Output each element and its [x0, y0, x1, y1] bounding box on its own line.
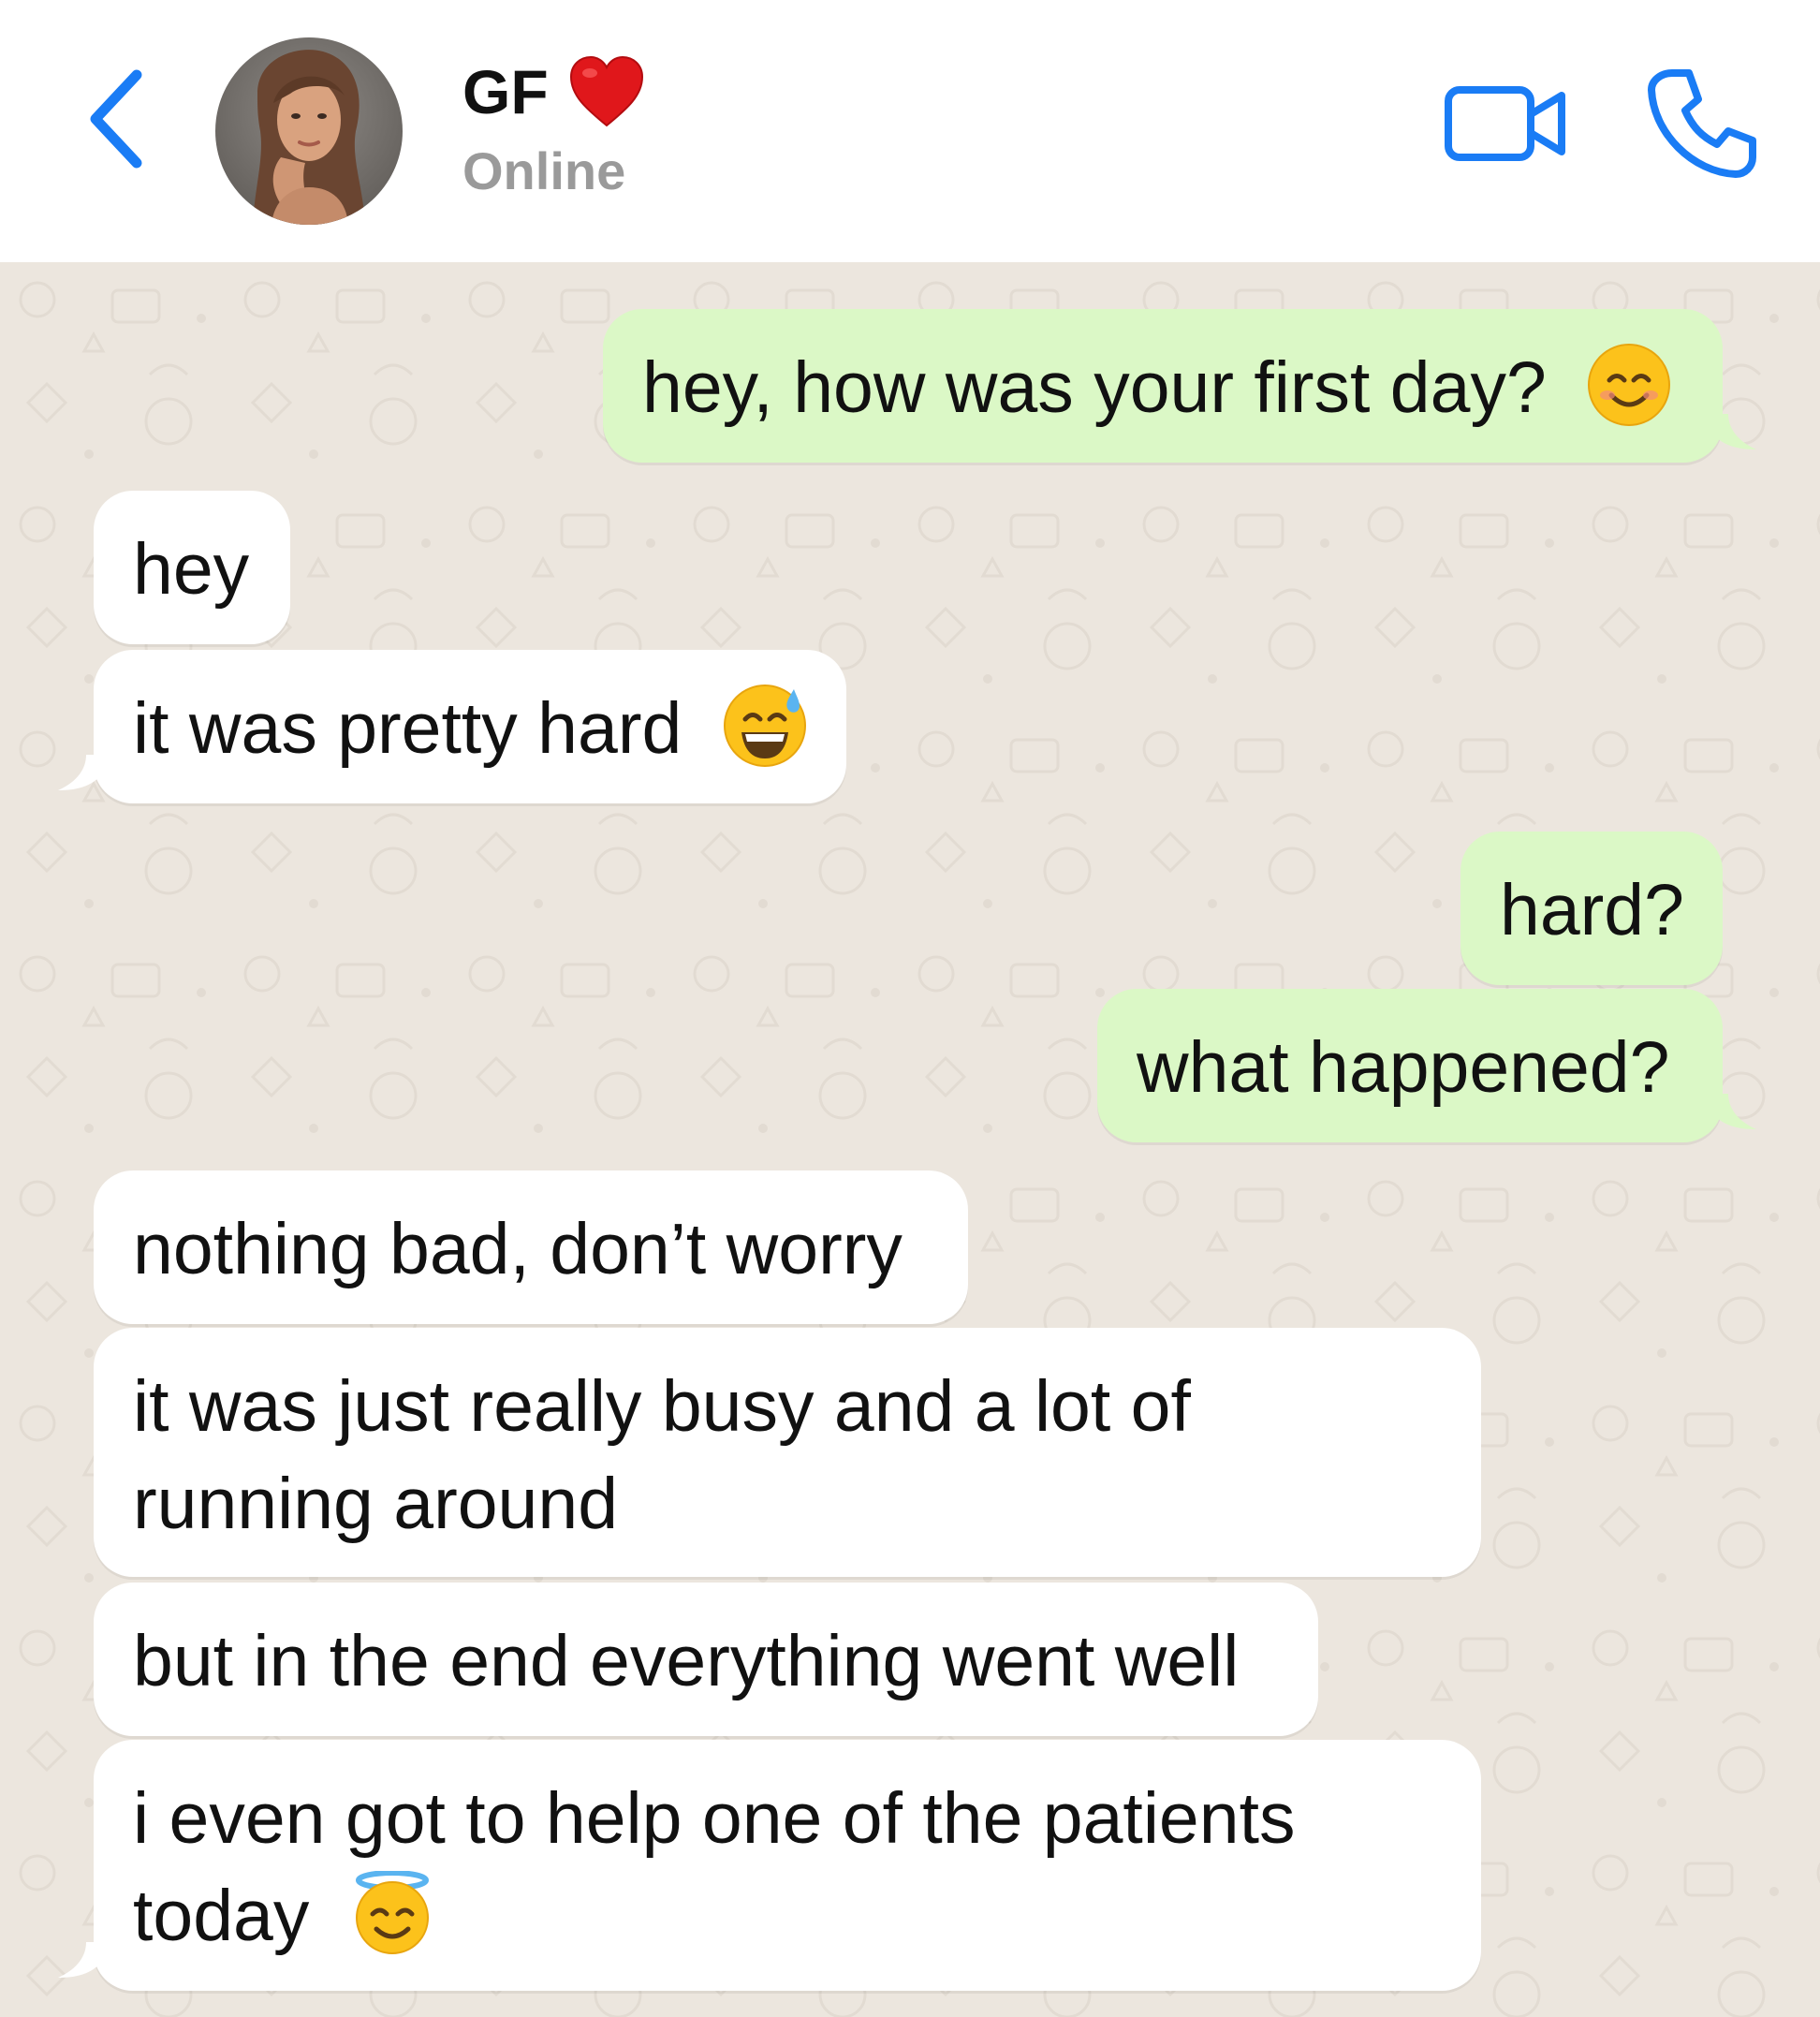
contact-name-row[interactable]: GF	[462, 54, 646, 129]
message-bubble-outgoing[interactable]: hey, how was your first day?	[603, 309, 1723, 463]
chat-area[interactable]: hey, how was your first day? hey it was …	[0, 262, 1820, 2017]
message-bubble-outgoing[interactable]: hard?	[1460, 832, 1723, 985]
voice-call-button[interactable]	[1644, 66, 1760, 182]
bubble-tail	[58, 755, 112, 790]
avatar[interactable]	[215, 37, 403, 225]
bubble-tail	[58, 1942, 112, 1978]
chat-header: GF Online	[0, 0, 1820, 262]
message-text: it was pretty hard	[133, 688, 682, 769]
message-bubble-incoming[interactable]: hey	[94, 491, 290, 644]
video-call-button[interactable]	[1442, 77, 1573, 170]
video-camera-icon	[1445, 86, 1565, 161]
message-text: what happened?	[1137, 1027, 1670, 1108]
message-text: it was just really busy and a lot of run…	[133, 1366, 1191, 1544]
back-button[interactable]	[82, 67, 157, 170]
phone-icon	[1648, 69, 1756, 178]
message-bubble-outgoing[interactable]: what happened?	[1097, 989, 1723, 1142]
message-text: hard?	[1500, 870, 1684, 950]
avatar-photo	[215, 37, 403, 225]
message-bubble-incoming[interactable]: it was just really busy and a lot of run…	[94, 1328, 1481, 1577]
message-bubble-incoming[interactable]: i even got to help one of the patients t…	[94, 1740, 1481, 1991]
smiling-face-icon	[1588, 344, 1671, 426]
contact-status: Online	[462, 141, 626, 200]
bubble-tail	[1702, 1094, 1756, 1129]
bubble-tail	[1702, 414, 1756, 449]
message-text: hey	[133, 529, 250, 610]
halo-face-icon	[355, 1871, 429, 1954]
message-text: nothing bad, don’t worry	[133, 1209, 903, 1289]
grinning-sweat-icon	[723, 685, 806, 767]
contact-name: GF	[462, 57, 549, 126]
message-text: but in the end everything went well	[133, 1621, 1240, 1701]
red-heart-icon	[569, 55, 643, 127]
message-bubble-incoming[interactable]: but in the end everything went well	[94, 1583, 1318, 1736]
message-text: i even got to help one of the patients t…	[133, 1778, 1296, 1956]
message-text: hey, how was your first day?	[642, 347, 1547, 428]
message-bubble-incoming[interactable]: nothing bad, don’t worry	[94, 1170, 968, 1324]
message-bubble-incoming[interactable]: it was pretty hard	[94, 650, 846, 803]
back-chevron-icon	[90, 69, 142, 169]
